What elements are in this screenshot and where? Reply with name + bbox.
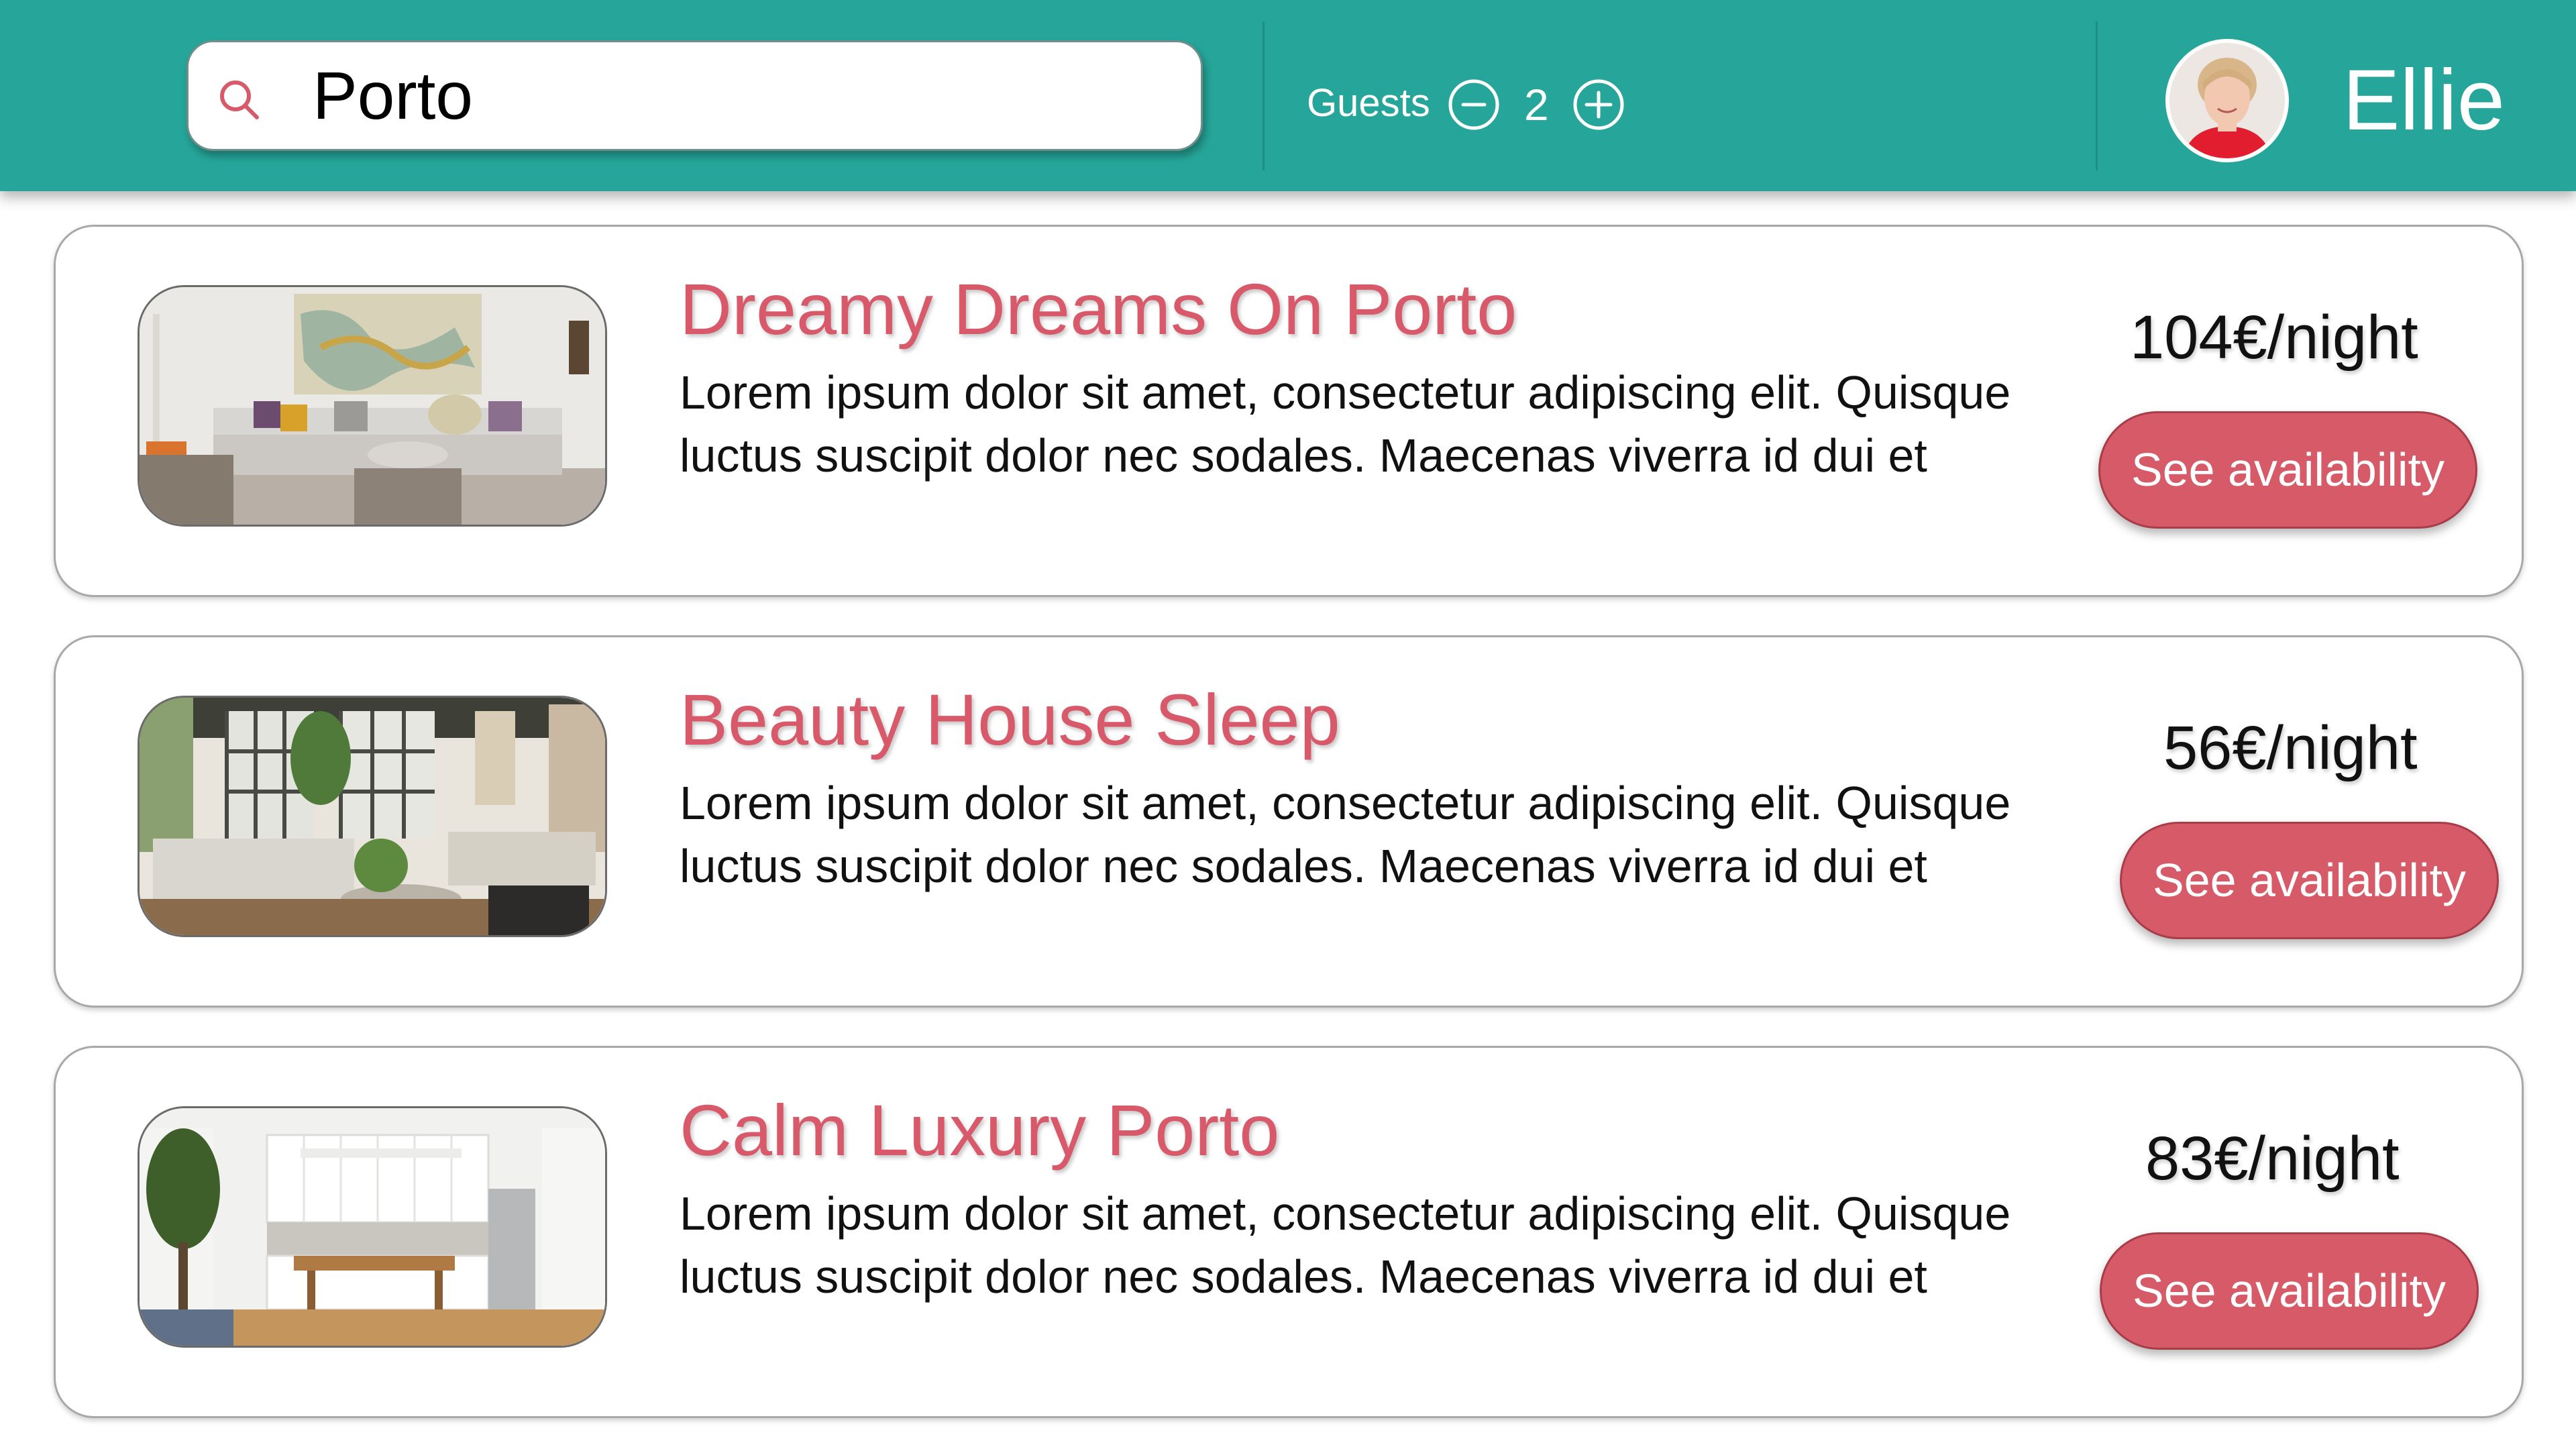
listing-price: 56€/night	[2163, 714, 2418, 782]
see-availability-button[interactable]: See availability	[2098, 411, 2477, 529]
listing-title[interactable]: Dreamy Dreams On Porto	[680, 266, 1517, 353]
listing-card[interactable]: Calm Luxury Porto Lorem ipsum dolor sit …	[54, 1046, 2524, 1418]
listing-title[interactable]: Calm Luxury Porto	[680, 1087, 1279, 1174]
plus-circle-icon[interactable]	[1572, 78, 1625, 131]
user-name: Ellie	[2343, 52, 2505, 148]
listing-description: Lorem ipsum dolor sit amet, consectetur …	[680, 1187, 2011, 1303]
listing-card[interactable]: Dreamy Dreams On Porto Lorem ipsum dolor…	[54, 225, 2524, 597]
avatar[interactable]	[2165, 39, 2289, 162]
header-divider	[2096, 21, 2098, 170]
listing-title[interactable]: Beauty House Sleep	[680, 676, 1340, 763]
see-availability-button[interactable]: See availability	[2120, 822, 2499, 939]
search-input[interactable]	[313, 56, 1171, 136]
header-divider	[1263, 21, 1265, 170]
top-bar: Guests 2 Ellie	[0, 0, 2576, 191]
listing-card[interactable]: Beauty House Sleep Lorem ipsum dolor sit…	[54, 635, 2524, 1008]
listing-description: Lorem ipsum dolor sit amet, consectetur …	[680, 777, 2011, 892]
minus-circle-icon[interactable]	[1448, 78, 1500, 131]
guests-count: 2	[1524, 80, 1549, 129]
listing-description: Lorem ipsum dolor sit amet, consectetur …	[680, 366, 2011, 482]
listing-price: 104€/night	[2130, 303, 2418, 372]
listing-photo[interactable]	[138, 1106, 607, 1348]
listing-photo[interactable]	[138, 285, 607, 527]
see-availability-button[interactable]: See availability	[2100, 1232, 2479, 1350]
search-box[interactable]	[186, 40, 1203, 151]
guests-label: Guests	[1307, 81, 1430, 125]
listing-photo[interactable]	[138, 696, 607, 937]
listing-price: 83€/night	[2145, 1124, 2400, 1193]
search-icon[interactable]	[217, 77, 261, 121]
avatar-image	[2169, 43, 2285, 158]
